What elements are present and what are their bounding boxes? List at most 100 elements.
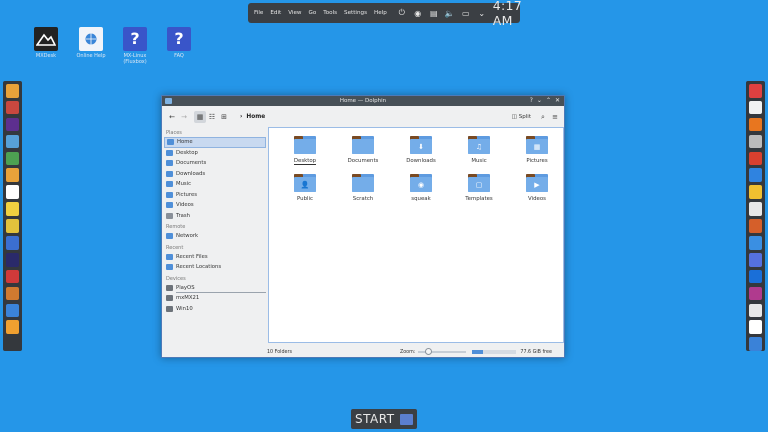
sidebar-item-trash[interactable]: Trash	[164, 211, 266, 222]
back-button[interactable]: ←	[166, 111, 178, 123]
dolphin-window: Home — Dolphin ? ⌄ ⌃ ✕ ← → ▦ ☷ ⊞ › Home …	[161, 95, 565, 358]
sidebar-item-playos[interactable]: PlayOS	[164, 283, 266, 293]
sidebar-item-recent-locations[interactable]: Recent Locations	[164, 262, 266, 273]
right-dock-launcher-13-icon[interactable]	[749, 286, 762, 301]
zoom-slider[interactable]	[418, 348, 467, 355]
left-dock-launcher-15-icon[interactable]	[6, 320, 19, 335]
minimize-icon[interactable]: ⌄	[537, 97, 542, 104]
search-icon[interactable]: ⌕	[537, 111, 549, 123]
left-dock-launcher-14-icon[interactable]	[6, 303, 19, 318]
menu-help[interactable]: Help	[374, 10, 387, 16]
clipboard-icon[interactable]: ▤	[429, 8, 439, 18]
left-dock-launcher-9-icon[interactable]	[6, 219, 19, 233]
folder-item[interactable]: Documents	[338, 136, 388, 164]
sidebar-item-desktop[interactable]: Desktop	[164, 148, 266, 159]
compact-view-button[interactable]: ☷	[206, 111, 218, 123]
left-dock-launcher-2-icon[interactable]	[6, 100, 19, 115]
details-view-button[interactable]: ⊞	[218, 111, 230, 123]
right-dock-launcher-6-icon[interactable]	[749, 168, 762, 183]
icons-view-button[interactable]: ▦	[194, 111, 206, 123]
right-dock-launcher-8-icon[interactable]	[749, 202, 762, 216]
right-dock-launcher-3-icon[interactable]	[749, 117, 762, 132]
right-dock-launcher-4-icon[interactable]	[749, 134, 762, 149]
volume-icon[interactable]: 🔈	[445, 8, 455, 18]
right-dock-launcher-9-icon[interactable]	[749, 219, 762, 233]
left-dock-launcher-1-icon[interactable]	[6, 84, 19, 98]
sidebar-item-downloads[interactable]: Downloads	[164, 169, 266, 180]
clock[interactable]: 4:17 AM	[493, 0, 522, 28]
breadcrumb[interactable]: › Home	[240, 114, 265, 120]
menu-tools[interactable]: Tools	[323, 10, 337, 16]
menu-go[interactable]: Go	[309, 10, 317, 16]
desktop-icon-mxdesk[interactable]: MXDesk	[26, 27, 66, 59]
file-view[interactable]: Desktop Documents ⬇ Downloads ♫ Music ▦ Picture…	[268, 127, 564, 343]
folder-item[interactable]: ▦ Pictures	[512, 136, 562, 164]
chevron-down-icon[interactable]: ⌄	[477, 8, 487, 18]
sidebar-item-label: Videos	[176, 202, 194, 209]
window-titlebar[interactable]: Home — Dolphin ? ⌄ ⌃ ✕	[162, 96, 564, 106]
system-tray: ⏻ ◉ ▤ 🔈 ▭ ⌄	[397, 8, 487, 18]
left-dock-launcher-5-icon[interactable]	[6, 151, 19, 166]
sidebar-item-label: Network	[176, 233, 199, 240]
left-dock-launcher-7-icon[interactable]	[6, 185, 19, 199]
left-dock-launcher-4-icon[interactable]	[6, 134, 19, 149]
folder-item[interactable]: 👤 Public	[280, 174, 330, 202]
left-dock-launcher-6-icon[interactable]	[6, 168, 19, 183]
power-icon[interactable]: ⏻	[397, 8, 407, 18]
folder-count: 10 Folders	[267, 349, 292, 355]
right-dock-launcher-12-icon[interactable]	[749, 269, 762, 284]
forward-button[interactable]: →	[178, 111, 190, 123]
desktop-icon-wm-setup[interactable]: ? MX-Linux (Fluxbox)	[115, 27, 155, 65]
menu-file[interactable]: File	[254, 10, 263, 16]
menu-edit[interactable]: Edit	[270, 10, 281, 16]
close-icon[interactable]: ✕	[555, 97, 560, 104]
left-dock-launcher-13-icon[interactable]	[6, 286, 19, 301]
sidebar-item-mxmx21[interactable]: mxMX21	[164, 293, 266, 304]
desktop-icon-faq[interactable]: ? FAQ	[159, 27, 199, 59]
sidebar-item-recent-files[interactable]: Recent Files	[164, 252, 266, 263]
right-dock-launcher-1-icon[interactable]	[749, 84, 762, 98]
folder-icon	[166, 191, 173, 198]
folder-item[interactable]: ▢ Templates	[454, 174, 504, 202]
split-button[interactable]: ◫ Split	[512, 114, 531, 120]
folder-item[interactable]: ♫ Music	[454, 136, 504, 164]
network-icon[interactable]: ▭	[461, 8, 471, 18]
sidebar-item-label: Win10	[176, 305, 193, 312]
start-button[interactable]: START	[351, 409, 417, 429]
sidebar-item-win10[interactable]: Win10	[164, 304, 266, 315]
left-dock-launcher-11-icon[interactable]	[6, 252, 19, 267]
folder-item[interactable]: ▶ Videos	[512, 174, 562, 202]
sidebar-item-pictures[interactable]: Pictures	[164, 190, 266, 201]
zoom-slider-handle[interactable]	[424, 348, 432, 355]
sidebar-item-videos[interactable]: Videos	[164, 200, 266, 211]
sidebar-item-network[interactable]: Network	[164, 231, 266, 242]
folder-item[interactable]: ◉ squeak	[396, 174, 446, 202]
menu-settings[interactable]: Settings	[344, 10, 367, 16]
right-dock-launcher-15-icon[interactable]	[749, 320, 762, 335]
right-dock-launcher-5-icon[interactable]	[749, 151, 762, 166]
right-dock-launcher-16-icon[interactable]	[749, 337, 762, 351]
right-dock-launcher-7-icon[interactable]	[749, 185, 762, 199]
left-dock-launcher-8-icon[interactable]	[6, 202, 19, 216]
right-dock-launcher-11-icon[interactable]	[749, 252, 762, 267]
folder-item[interactable]: ⬇ Downloads	[396, 136, 446, 164]
updater-icon[interactable]: ◉	[413, 8, 423, 18]
split-label: Split	[518, 114, 531, 120]
right-dock-launcher-14-icon[interactable]	[749, 303, 762, 318]
right-dock-launcher-10-icon[interactable]	[749, 236, 762, 250]
left-dock-launcher-10-icon[interactable]	[6, 236, 19, 250]
sidebar-item-documents[interactable]: Documents	[164, 158, 266, 169]
folder-item[interactable]: Desktop	[280, 136, 330, 165]
hamburger-menu-icon[interactable]: ≡	[549, 111, 561, 123]
left-dock-launcher-12-icon[interactable]	[6, 269, 19, 284]
sidebar-item-home[interactable]: Home	[164, 137, 266, 148]
maximize-icon[interactable]: ⌃	[546, 97, 551, 104]
breadcrumb-home[interactable]: Home	[246, 114, 265, 120]
menu-view[interactable]: View	[288, 10, 301, 16]
desktop-icon-online-help[interactable]: Online Help	[71, 27, 111, 59]
sidebar-item-music[interactable]: Music	[164, 179, 266, 190]
folder-item[interactable]: Scratch	[338, 174, 388, 202]
right-dock-launcher-2-icon[interactable]	[749, 100, 762, 115]
left-dock-launcher-3-icon[interactable]	[6, 117, 19, 132]
help-icon[interactable]: ?	[530, 97, 533, 104]
